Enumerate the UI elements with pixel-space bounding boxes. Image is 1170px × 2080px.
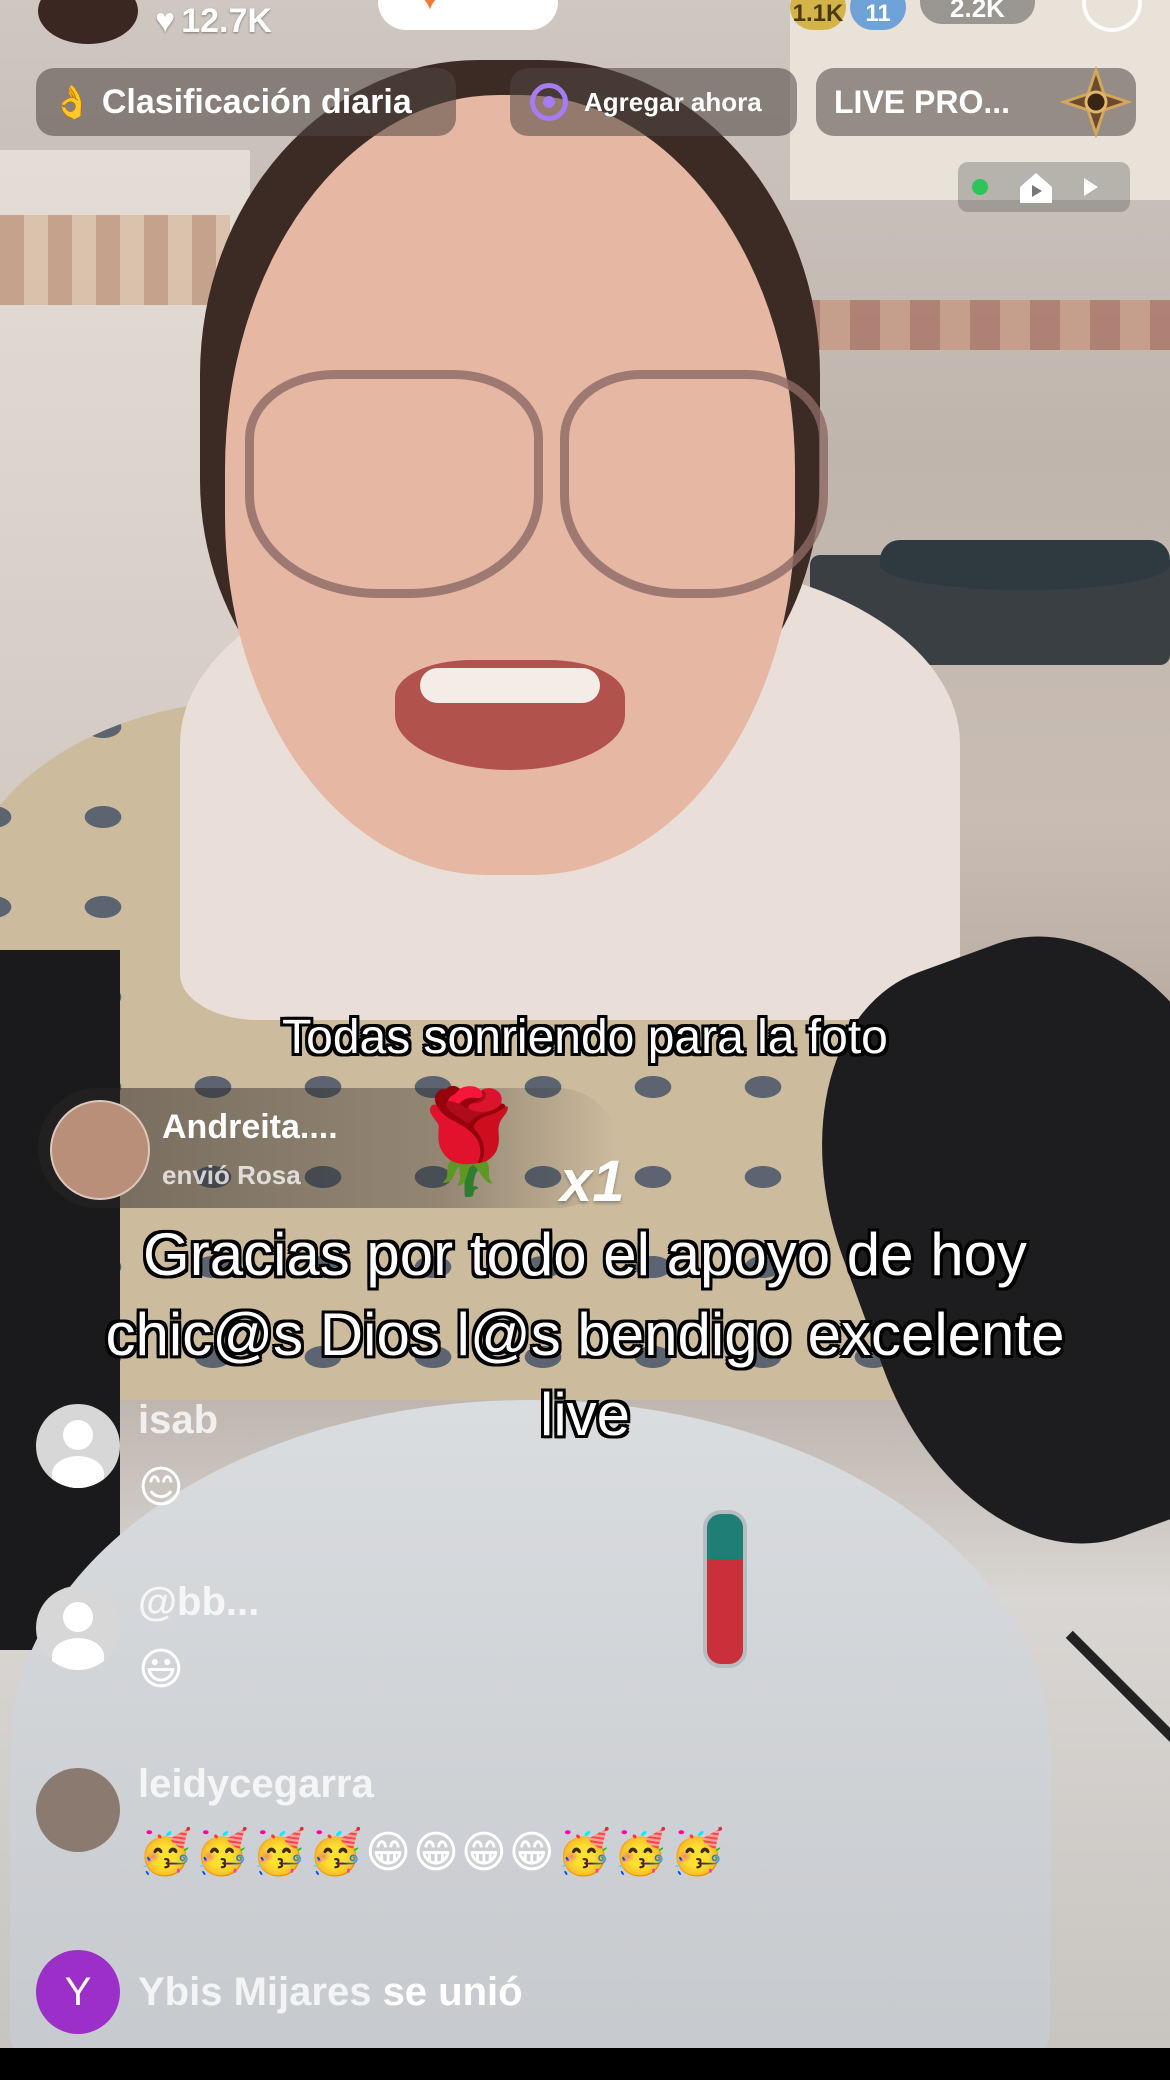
gift-action: envió Rosa <box>162 1160 301 1190</box>
background-pan <box>880 540 1170 590</box>
gift-banner: Andreita.... envió Rosa 🌹 <box>38 1088 618 1208</box>
gift-goal-pill[interactable]: ♥ 45 <box>378 0 558 30</box>
emblem-icon <box>1060 66 1132 138</box>
joined-user-name[interactable]: Ybis Mijares <box>138 1970 371 2014</box>
bottom-bar <box>0 2048 1170 2080</box>
comment-username[interactable]: @bb... <box>138 1580 259 1625</box>
daily-ranking-label: Clasificación diaria <box>101 82 412 121</box>
add-now-label: Agregar ahora <box>584 86 762 117</box>
comment-message: 😊 <box>138 1463 186 1512</box>
glasses-left <box>245 370 543 598</box>
appliance-cable <box>1065 1630 1170 1780</box>
gift-sender-name: Andreita.... <box>162 1108 338 1146</box>
gift-count: x1 <box>560 1149 625 1214</box>
likes-value: 12.7K <box>181 2 272 40</box>
default-avatar-icon[interactable] <box>36 1586 120 1670</box>
mini-control-bar[interactable] <box>958 162 1130 212</box>
join-notice-text: Ybis Mijares se unió <box>138 1970 523 2015</box>
background-tiles-right <box>790 300 1170 350</box>
live-pro-button[interactable]: LIVE PRO... <box>816 66 1136 138</box>
online-dot-icon <box>972 179 988 195</box>
comment-message: 🥳🥳🥳🥳😁😁😁😁🥳🥳🥳 <box>138 1828 727 1877</box>
join-notice: Y Ybis Mijares se unió <box>36 1950 523 2034</box>
heart-icon: ♥ <box>418 0 442 16</box>
likes-counter: ♥ 12.7K <box>155 2 272 41</box>
background-tiles <box>0 215 230 305</box>
caption-thanks: Gracias por todo el apoyo de hoy chic@s … <box>105 1221 1065 1448</box>
comment-username[interactable]: leidycegarra <box>138 1762 374 1807</box>
viewer-count[interactable]: 2.2K <box>920 0 1035 24</box>
joined-user-avatar[interactable]: Y <box>36 1950 120 2034</box>
top-viewers[interactable]: 1.1K 11 <box>790 0 906 30</box>
glasses-right <box>560 370 828 598</box>
gift-sender-avatar[interactable] <box>50 1100 150 1200</box>
add-now-button[interactable]: Agregar ahora <box>510 68 797 136</box>
rose-gift-icon: 🌹 <box>406 1086 531 1198</box>
appliance-switch <box>703 1510 747 1668</box>
caption-photo: Todas sonriendo para la foto <box>282 1011 888 1064</box>
user-avatar[interactable] <box>36 1768 120 1852</box>
home-icon[interactable] <box>1016 167 1056 207</box>
comment-message: 😃 <box>138 1645 186 1694</box>
fire-icon: 👌 <box>52 84 92 120</box>
play-icon[interactable] <box>1084 178 1098 196</box>
streamer-teeth <box>420 668 600 703</box>
target-icon <box>530 83 568 121</box>
top-viewer-badge-2[interactable]: 11 <box>850 0 906 30</box>
top-viewer-badge-1[interactable]: 1.1K <box>790 0 846 30</box>
heart-icon: ♥ <box>155 2 176 40</box>
joined-action: se unió <box>382 1969 523 2014</box>
daily-ranking-button[interactable]: 👌 Clasificación diaria <box>36 68 456 136</box>
live-pro-label: LIVE PRO... <box>834 83 1011 120</box>
